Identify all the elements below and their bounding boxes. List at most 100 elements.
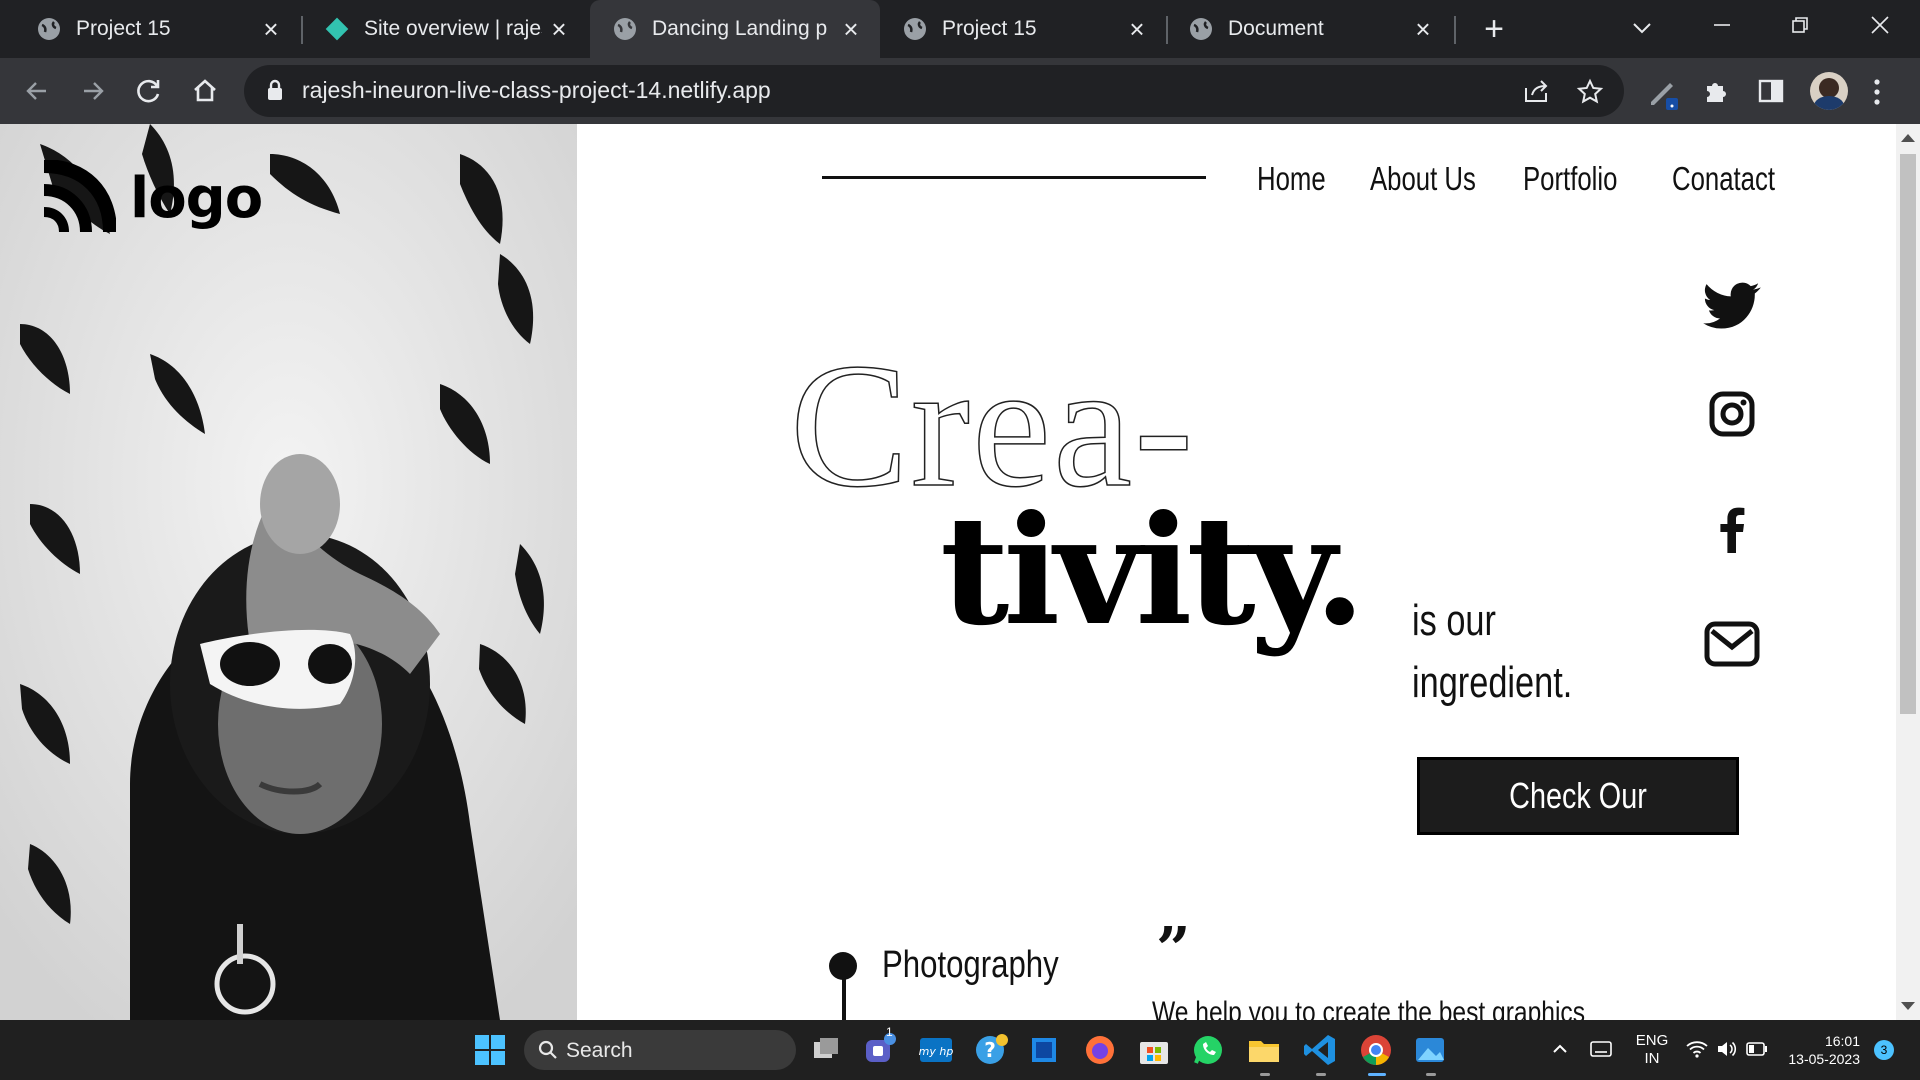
browser-tab-active[interactable]: Dancing Landing page × — [590, 0, 880, 58]
browser-tab[interactable]: Project 15 × — [866, 0, 1166, 58]
new-tab-button[interactable]: + — [1476, 12, 1512, 48]
vscode-icon[interactable] — [1302, 1032, 1338, 1068]
photos-app-icon[interactable] — [1412, 1032, 1448, 1068]
keyboard-icon[interactable] — [1590, 1040, 1612, 1058]
help-icon[interactable]: ? — [974, 1032, 1010, 1068]
browser-tab[interactable]: Document × — [1152, 0, 1452, 58]
address-bar[interactable]: rajesh-ineuron-live-class-project-14.net… — [244, 65, 1624, 117]
header-rule — [822, 176, 1206, 179]
nav-home-label[interactable]: Home — [1257, 160, 1326, 198]
browser-tab[interactable]: Project 15 × — [0, 0, 300, 58]
twitter-icon[interactable] — [1700, 274, 1764, 338]
nav-contact-label[interactable]: Conatact — [1672, 160, 1775, 198]
close-tab-icon[interactable]: × — [1124, 16, 1150, 42]
hero-photo: logo — [0, 124, 577, 1020]
chat-badge: 1 — [886, 1025, 893, 1039]
windows-taskbar: Search 1 my hp ? ENG IN 16:01 13-05-2023… — [0, 1020, 1920, 1080]
bookmark-star-icon[interactable] — [1576, 78, 1604, 106]
mail-icon[interactable] — [1700, 612, 1764, 676]
facebook-icon[interactable] — [1700, 497, 1764, 561]
tab-title: Project 15 — [942, 17, 1037, 40]
taskbar-search[interactable]: Search — [524, 1030, 796, 1070]
file-explorer-icon[interactable] — [1246, 1032, 1282, 1068]
chevron-up-icon[interactable] — [1552, 1042, 1568, 1054]
tab-divider — [1454, 16, 1456, 44]
tab-title: Document — [1228, 17, 1324, 40]
hero-photo-illustration — [0, 124, 577, 1020]
language-code: ENG — [1635, 1032, 1669, 1049]
language-indicator[interactable]: ENG IN — [1632, 1032, 1672, 1068]
page-scrollbar[interactable] — [1896, 124, 1920, 1020]
active-app-indicator — [1368, 1073, 1386, 1076]
home-button[interactable] — [184, 70, 226, 112]
rss-logo-icon — [43, 160, 116, 233]
minimize-icon[interactable] — [1702, 10, 1742, 46]
forward-button[interactable] — [72, 70, 114, 112]
clock[interactable]: 16:01 13-05-2023 — [1778, 1032, 1860, 1068]
tagline: is our ingredient. — [1412, 590, 1572, 714]
extensions-puzzle-icon[interactable] — [1702, 77, 1730, 105]
tagline-line-2: ingredient. — [1412, 658, 1573, 707]
share-icon[interactable] — [1522, 78, 1550, 104]
task-view-icon[interactable] — [808, 1032, 844, 1068]
chrome-icon[interactable] — [1358, 1032, 1394, 1068]
globe-icon — [614, 18, 636, 40]
tab-search-icon[interactable] — [1622, 10, 1662, 46]
running-indicator — [1426, 1073, 1436, 1076]
webpage: logo Home About Us Portfolio Conatact Cr… — [0, 124, 1896, 1020]
side-panel-icon[interactable] — [1758, 78, 1784, 104]
svg-text:?: ? — [984, 1038, 996, 1062]
scrollbar-thumb[interactable] — [1900, 154, 1916, 714]
globe-icon — [1190, 18, 1212, 40]
check-package-button[interactable]: Check Our Package — [1417, 757, 1739, 888]
language-region: IN — [1644, 1050, 1660, 1067]
close-tab-icon[interactable]: × — [838, 16, 864, 42]
netlify-icon — [325, 17, 349, 41]
microsoft-store-icon[interactable] — [1136, 1032, 1172, 1068]
browser-tab[interactable]: Site overview | rajesh × — [288, 0, 588, 58]
timeline-line — [842, 974, 846, 1020]
running-indicator — [1260, 1073, 1270, 1076]
profile-avatar[interactable] — [1810, 72, 1848, 110]
wifi-icon[interactable] — [1686, 1040, 1708, 1058]
site-logo[interactable]: logo — [40, 160, 263, 236]
tab-title: Site overview | rajesh — [364, 17, 542, 40]
close-tab-icon[interactable]: × — [1410, 16, 1436, 42]
browser-toolbar: rajesh-ineuron-live-class-project-14.net… — [0, 58, 1920, 124]
scroll-down-arrow-icon[interactable] — [1901, 1002, 1915, 1010]
myhp-icon[interactable]: my hp — [918, 1032, 954, 1068]
testimonial-text: We help you to create the best graphics — [1152, 996, 1586, 1020]
firefox-icon[interactable] — [1082, 1032, 1118, 1068]
store-app-icon[interactable] — [1026, 1032, 1062, 1068]
restore-icon[interactable] — [1780, 10, 1820, 46]
windows-start-icon[interactable] — [472, 1032, 508, 1068]
service-title: Photography — [882, 944, 1059, 986]
logo-text: logo — [130, 165, 263, 231]
menu-kebab-icon[interactable] — [1872, 78, 1882, 106]
globe-icon — [904, 18, 926, 40]
tagline-line-1: is our — [1412, 596, 1496, 645]
svg-text:my hp: my hp — [919, 1045, 954, 1058]
clock-date: 13-05-2023 — [1788, 1051, 1860, 1067]
reload-button[interactable] — [128, 70, 170, 112]
tab-title: Dancing Landing page — [652, 17, 828, 40]
close-tab-icon[interactable]: × — [258, 16, 284, 42]
instagram-icon[interactable] — [1700, 382, 1764, 446]
battery-icon[interactable] — [1746, 1042, 1768, 1056]
running-indicator — [1316, 1073, 1326, 1076]
close-tab-icon[interactable]: × — [546, 16, 572, 42]
notification-badge[interactable]: 3 — [1874, 1040, 1894, 1060]
quote-mark: ” — [1156, 915, 1191, 985]
close-window-icon[interactable] — [1860, 10, 1900, 46]
clock-time: 16:01 — [1824, 1033, 1860, 1049]
pen-extension-icon[interactable] — [1646, 76, 1680, 110]
scroll-up-arrow-icon[interactable] — [1901, 134, 1915, 142]
volume-icon[interactable] — [1716, 1040, 1738, 1058]
nav-about-label[interactable]: About Us — [1370, 160, 1476, 198]
globe-icon — [38, 18, 60, 40]
tab-title: Project 15 — [76, 17, 171, 40]
back-button[interactable] — [16, 70, 58, 112]
taskbar-search-label: Search — [566, 1039, 633, 1062]
whatsapp-icon[interactable] — [1190, 1032, 1226, 1068]
nav-portfolio-label[interactable]: Portfolio — [1523, 160, 1617, 198]
